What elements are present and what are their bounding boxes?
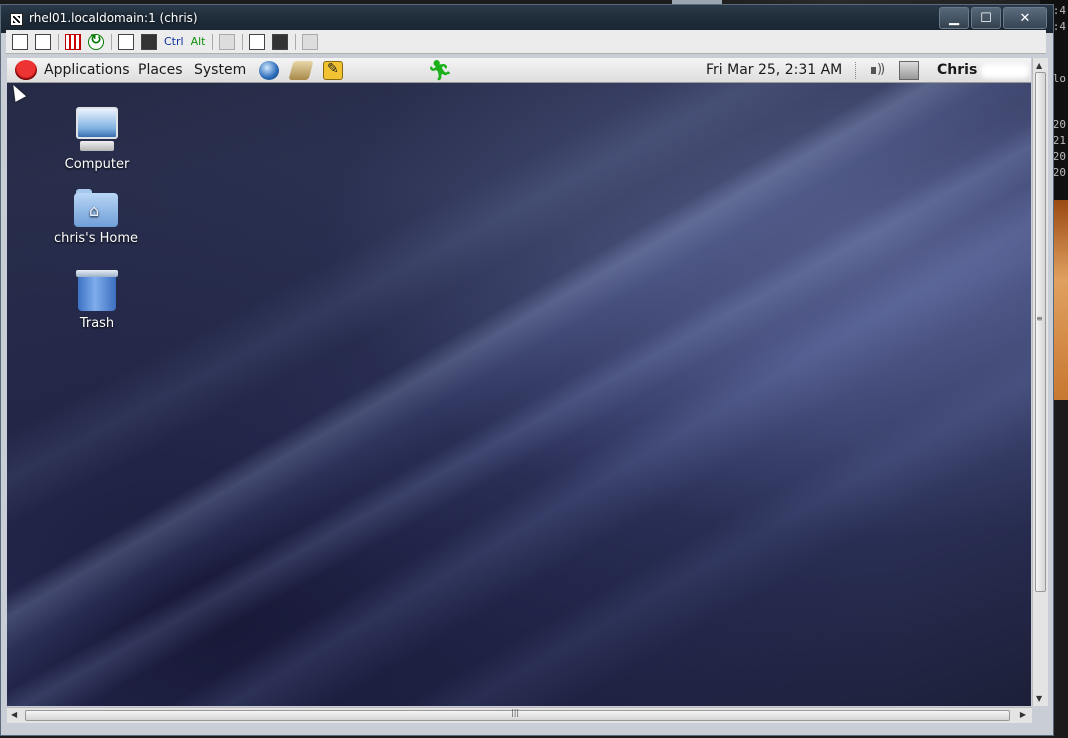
scroll-down-arrow-icon[interactable]: ▼ [1036, 694, 1042, 703]
send-keys-icon[interactable] [118, 33, 134, 50]
terminal-line: 20 [1052, 150, 1066, 163]
trash-icon [76, 270, 118, 312]
web-browser-icon[interactable] [259, 61, 279, 80]
toolbar-separator [212, 33, 214, 50]
terminal-line: :4 [1052, 4, 1066, 17]
save-icon[interactable] [272, 33, 289, 50]
toolbar-separator [295, 33, 297, 50]
copy-icon[interactable] [219, 33, 236, 50]
ctrl-alt-del-icon[interactable] [141, 33, 157, 50]
terminal-line: 20 [1052, 118, 1066, 131]
desktop-icon-computer[interactable]: Computer [47, 107, 147, 172]
scroll-right-arrow-icon[interactable]: ▶ [1020, 710, 1026, 719]
desktop-icon-label: Trash [79, 316, 115, 331]
fullscreen-icon[interactable] [65, 33, 81, 50]
mail-icon[interactable] [288, 61, 314, 80]
notes-icon[interactable] [323, 61, 343, 80]
computer-icon [74, 107, 120, 153]
desktop-icon-label: Computer [64, 157, 130, 172]
close-button[interactable]: ✕ [1003, 7, 1047, 29]
grip-icon: ||| [511, 708, 520, 717]
gnome-top-panel: Applications Places System 🏃︎ Fri Mar 25… [7, 58, 1031, 83]
runner-icon[interactable]: 🏃︎ [427, 58, 452, 82]
toolbar-separator [111, 33, 112, 50]
desktop-background[interactable]: Computer ⌂ chris's Home Trash [7, 83, 1031, 706]
remote-desktop-session[interactable]: Applications Places System 🏃︎ Fri Mar 25… [7, 58, 1031, 706]
vnc-app-icon[interactable] [10, 13, 23, 26]
terminal-line: lo [1052, 72, 1066, 85]
ctrl-key-button[interactable]: Ctrl [164, 35, 184, 48]
terminal-line: 20 [1052, 166, 1066, 179]
window-titlebar[interactable]: rhel01.localdomain:1 (chris) ▁ ☐ ✕ [1, 5, 1053, 33]
window-title: rhel01.localdomain:1 (chris) [29, 11, 198, 25]
panel-clock[interactable]: Fri Mar 25, 2:31 AM [706, 62, 842, 78]
grip-icon: ≡ [1036, 314, 1043, 323]
alt-key-button[interactable]: Alt [191, 35, 206, 48]
window-controls: ▁ ☐ ✕ [939, 7, 1047, 29]
terminal-line: :4 [1052, 20, 1066, 33]
menu-applications[interactable]: Applications [44, 62, 130, 78]
minimize-button[interactable]: ▁ [939, 7, 969, 29]
maximize-button[interactable]: ☐ [971, 7, 1001, 29]
terminal-line: 21 [1052, 134, 1066, 147]
vnc-toolbar: Ctrl Alt [6, 30, 1046, 54]
volume-icon[interactable] [869, 62, 887, 79]
toolbar-separator [58, 33, 59, 50]
panel-divider [855, 62, 857, 79]
home-folder-icon: ⌂ [74, 189, 118, 227]
options-icon[interactable] [12, 33, 28, 50]
vertical-scrollbar[interactable]: ▲ ≡ ▼ [1032, 58, 1048, 706]
redacted-region [981, 64, 1029, 78]
scroll-left-arrow-icon[interactable]: ◀ [11, 710, 17, 719]
background-image-window [1054, 200, 1068, 400]
horizontal-scrollbar[interactable]: ◀ ||| ▶ [7, 707, 1032, 723]
transfer-icon[interactable] [249, 33, 266, 50]
desktop-icon-home[interactable]: ⌂ chris's Home [46, 189, 146, 246]
toolbar-separator [242, 33, 244, 50]
info-icon[interactable] [35, 33, 51, 50]
network-icon[interactable] [899, 61, 919, 80]
redhat-logo-icon[interactable] [15, 60, 37, 80]
desktop-icon-label: chris's Home [54, 231, 138, 246]
vertical-scroll-thumb[interactable] [1035, 72, 1046, 592]
menu-system[interactable]: System [194, 62, 246, 78]
refresh-icon[interactable] [88, 32, 104, 50]
desktop-icon-trash[interactable]: Trash [47, 270, 147, 331]
panel-user-name[interactable]: Chris [937, 62, 977, 78]
scale-icon[interactable] [302, 33, 319, 50]
menu-places[interactable]: Places [138, 62, 183, 78]
scroll-up-arrow-icon[interactable]: ▲ [1036, 61, 1042, 70]
